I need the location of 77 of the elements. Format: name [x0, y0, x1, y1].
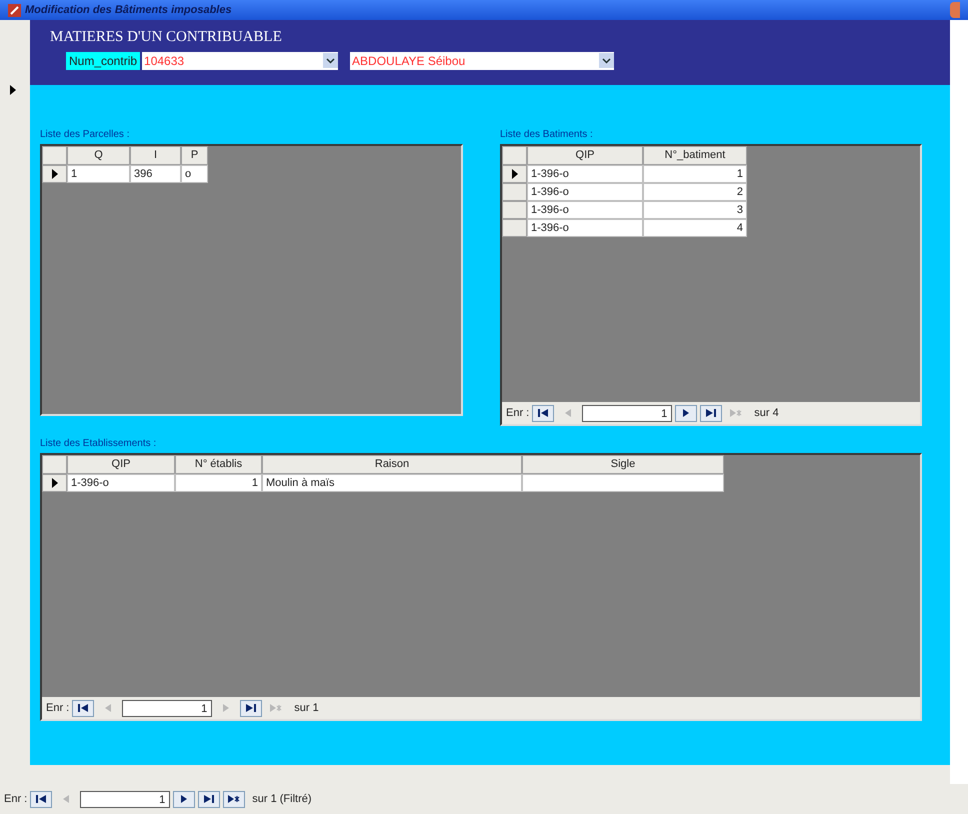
record-label: Enr : — [46, 700, 70, 716]
next-icon — [223, 704, 230, 712]
window-title: Modification des Bâtiments imposables — [25, 2, 232, 18]
form-icon — [8, 4, 21, 16]
dropdown-icon — [323, 53, 338, 68]
new-record-icon — [730, 409, 742, 417]
table-cell: o — [181, 165, 208, 183]
record-count: sur 4 — [754, 406, 779, 421]
record-nav-button[interactable] — [223, 790, 246, 808]
column-header[interactable]: QIP — [67, 455, 175, 474]
table-cell: Moulin à maïs — [262, 474, 522, 492]
column-header[interactable]: Sigle — [522, 455, 724, 474]
row-selector[interactable] — [42, 165, 67, 183]
column-header[interactable]: Raison — [262, 455, 522, 474]
table-cell: 1 — [643, 165, 747, 183]
record-nav-button[interactable] — [173, 790, 196, 808]
record-number-field[interactable]: 1 — [80, 790, 170, 808]
current-row-icon — [52, 478, 58, 488]
subform-label: Liste des Batiments : — [500, 128, 594, 142]
table-cell: 1-396-o — [527, 219, 643, 237]
first-record-icon — [78, 704, 88, 712]
next-icon — [683, 409, 690, 417]
last-record-icon — [706, 409, 716, 417]
record-nav-button[interactable] — [532, 404, 554, 422]
record-label: Enr : — [506, 406, 530, 421]
record-nav-button[interactable] — [700, 404, 722, 422]
contributor-number-dropdown[interactable]: 104633 — [142, 52, 338, 70]
table-cell: 4 — [643, 219, 747, 237]
contributor-name-dropdown[interactable]: ABDOULAYE Séibou — [350, 52, 614, 70]
previous-icon — [565, 409, 572, 417]
record-nav-button[interactable] — [675, 404, 698, 422]
record-count: sur 1 (Filtré) — [252, 792, 312, 807]
table-cell: 1-396-o — [527, 165, 643, 183]
column-header[interactable]: I — [130, 146, 181, 165]
table-cell: 1-396-o — [67, 474, 175, 492]
column-header[interactable]: N°_batiment — [643, 146, 747, 165]
current-row-icon — [52, 169, 58, 179]
record-number-field[interactable]: 1 — [122, 700, 212, 716]
form-title: MATIERES D'UN CONTRIBUABLE — [50, 28, 283, 47]
record-number-field[interactable]: 1 — [582, 404, 672, 422]
subform-label: Liste des Parcelles : — [40, 128, 130, 142]
field-label: Num_contrib — [66, 52, 140, 70]
dropdown-icon — [599, 53, 614, 68]
record-label: Enr : — [4, 792, 28, 807]
subform-label: Liste des Etablissements : — [40, 437, 158, 451]
previous-icon — [105, 704, 112, 712]
corner-cell — [502, 146, 527, 165]
corner-cell — [42, 455, 67, 474]
record-nav-button[interactable] — [240, 700, 262, 716]
table-cell: 1 — [175, 474, 262, 492]
record-nav-button[interactable] — [72, 700, 94, 716]
record-nav-button[interactable] — [30, 790, 52, 808]
column-header[interactable]: N° établis — [175, 455, 262, 474]
table-cell: 396 — [130, 165, 181, 183]
new-record-icon — [228, 795, 240, 803]
record-selector-icon — [10, 85, 16, 95]
table-cell: 1-396-o — [527, 201, 643, 219]
next-icon — [181, 795, 188, 803]
previous-icon — [63, 795, 70, 803]
table-cell: 2 — [643, 183, 747, 201]
last-record-icon — [246, 704, 256, 712]
record-nav-button[interactable] — [198, 790, 220, 808]
first-record-icon — [36, 795, 46, 803]
last-record-icon — [204, 795, 214, 803]
current-row-icon — [512, 169, 518, 179]
table-cell: 1 — [67, 165, 130, 183]
corner-cell — [42, 146, 67, 165]
row-selector[interactable] — [502, 165, 527, 183]
row-selector[interactable] — [42, 474, 67, 492]
column-header[interactable]: Q — [67, 146, 130, 165]
new-record-icon — [270, 704, 282, 712]
column-header[interactable]: P — [181, 146, 208, 165]
column-header[interactable]: QIP — [527, 146, 643, 165]
first-record-icon — [538, 409, 548, 417]
table-cell: 1-396-o — [527, 183, 643, 201]
record-count: sur 1 — [294, 700, 319, 716]
table-cell: 3 — [643, 201, 747, 219]
